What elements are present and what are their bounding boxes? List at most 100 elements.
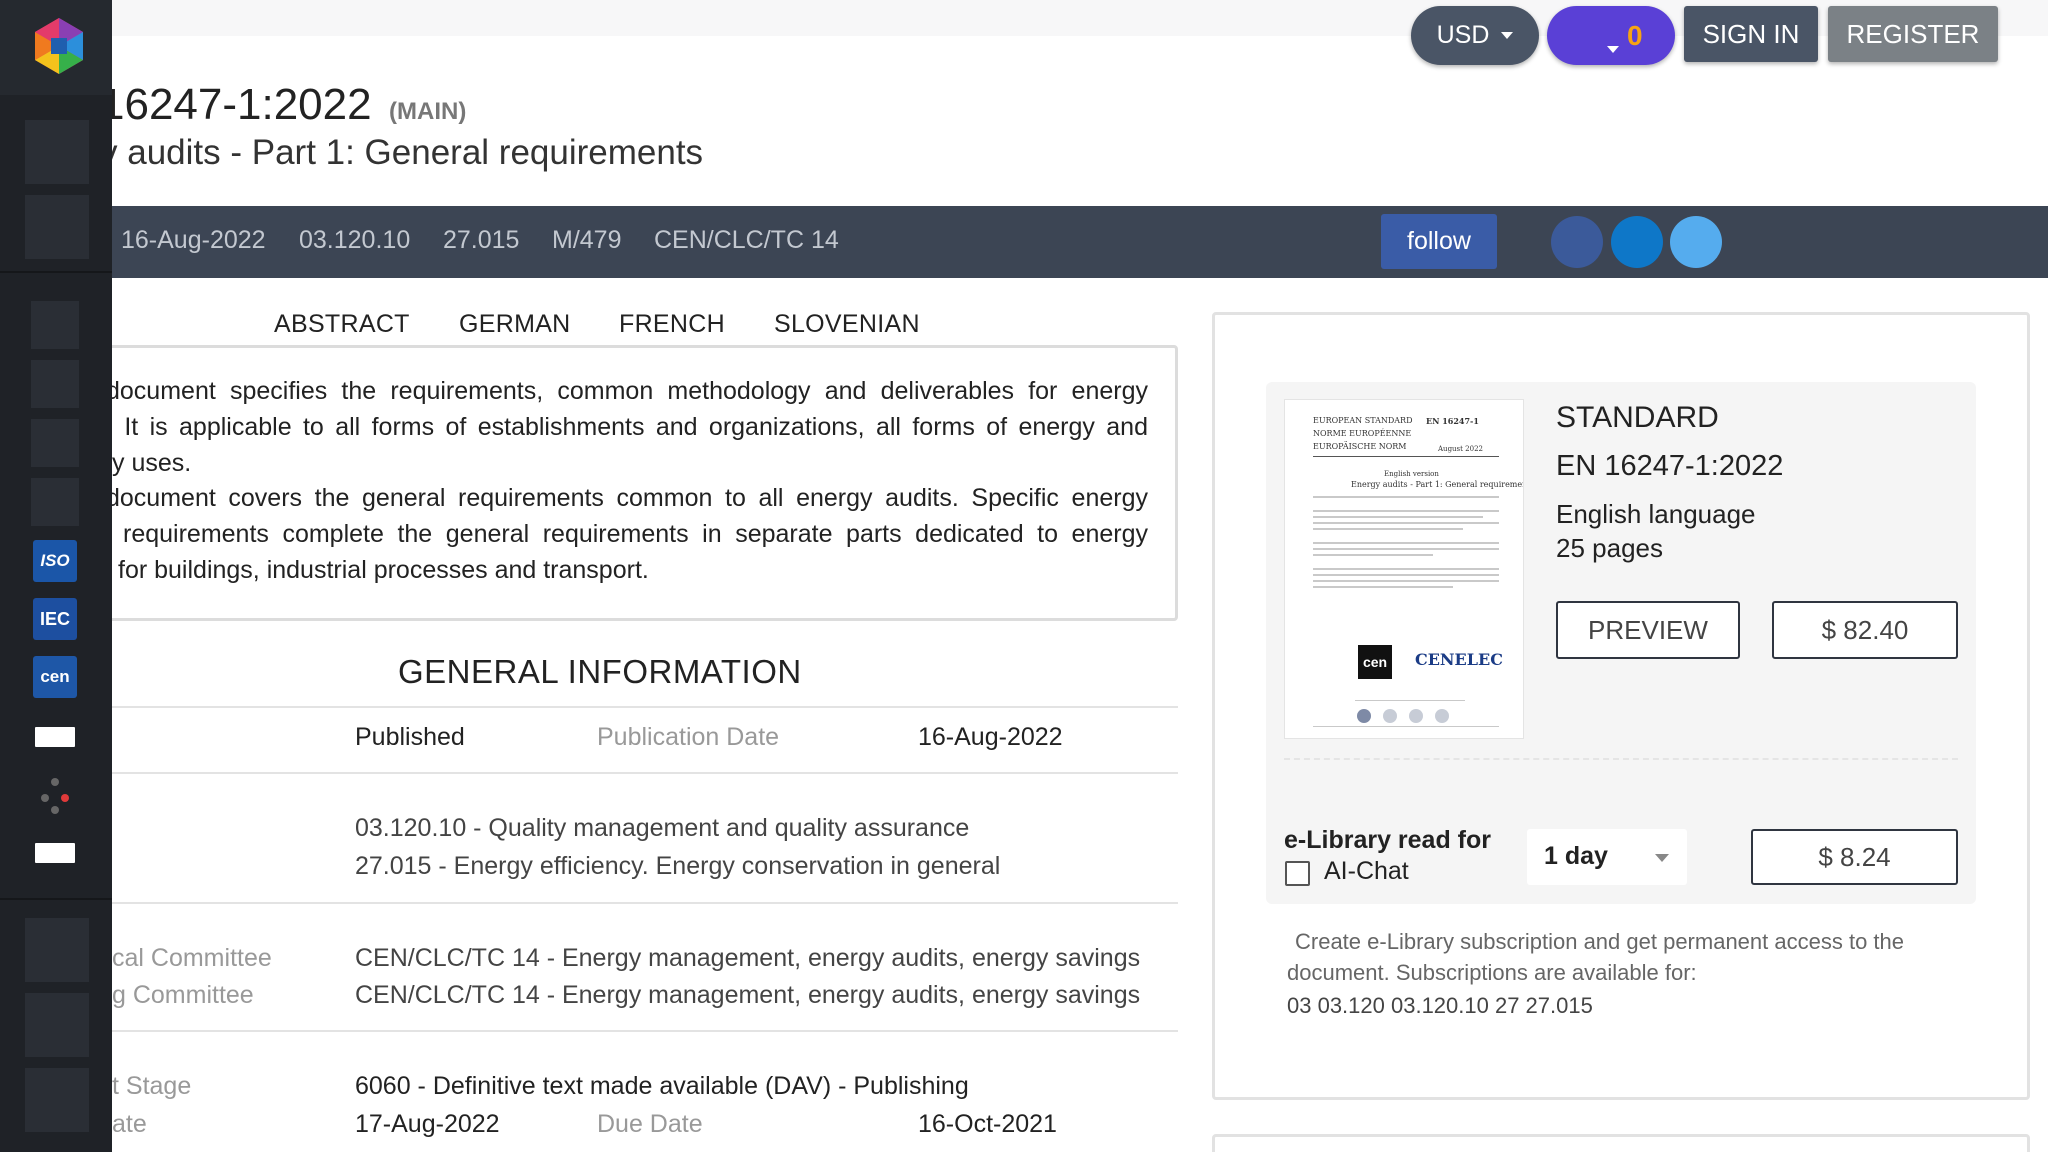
sidebar-item-5[interactable] xyxy=(31,419,79,467)
cen-logo-icon[interactable]: cen xyxy=(33,656,77,698)
thumb-section: English version xyxy=(1384,470,1439,478)
ics-link-2[interactable]: 27.015 - Energy efficiency. Energy conse… xyxy=(355,852,1000,881)
sidebar-divider-2 xyxy=(0,898,112,900)
sidebar-flag-icon[interactable] xyxy=(33,716,77,758)
cart-count: 0 xyxy=(1627,20,1643,51)
pager-dot[interactable] xyxy=(1409,709,1423,723)
thumb-heading-2: NORME EUROPÉENNE xyxy=(1313,429,1412,438)
info-divider-4 xyxy=(40,1030,1178,1032)
dots-logo-icon[interactable] xyxy=(33,772,77,816)
general-info-title: GENERAL INFORMATION xyxy=(398,653,802,690)
sidebar-item-2[interactable] xyxy=(25,195,89,259)
subscription-info-line-2: document. Subscriptions are available fo… xyxy=(1287,960,1697,985)
status-value: Published xyxy=(355,723,465,751)
working-committee-value[interactable]: CEN/CLC/TC 14 - Energy management, energ… xyxy=(355,981,1140,1010)
tab-german[interactable]: GERMAN xyxy=(459,310,571,339)
sidebar-flag-icon-2[interactable] xyxy=(33,832,77,874)
ics-link-1[interactable]: 03.120.10 - Quality management and quali… xyxy=(355,814,969,843)
sidebar-divider xyxy=(0,271,112,273)
secondary-card xyxy=(1212,1134,2030,1152)
currency-dropdown[interactable]: USD xyxy=(1411,6,1539,65)
info-divider-1 xyxy=(40,706,1178,708)
technical-committee-label: cal Committee xyxy=(112,944,272,972)
abstract-line-1: document specifies the requirements, com… xyxy=(106,377,1148,405)
publication-date-label: Publication Date xyxy=(597,723,780,751)
duration-select[interactable]: 1 day xyxy=(1527,829,1687,885)
cart-chevron-icon xyxy=(1607,46,1619,53)
thumbnail-pager[interactable] xyxy=(1357,709,1449,723)
current-stage-label: t Stage xyxy=(112,1072,192,1100)
sidebar-item-3[interactable] xyxy=(31,301,79,349)
abstract-line-6: for buildings, industrial processes and … xyxy=(118,556,649,584)
sign-in-button[interactable]: SIGN IN xyxy=(1684,6,1818,62)
due-date-value: 16-Oct-2021 xyxy=(918,1110,1057,1138)
sidebar-item-6[interactable] xyxy=(31,478,79,526)
pager-dot[interactable] xyxy=(1357,709,1371,723)
thumb-doc-code: EN 16247-1 xyxy=(1426,416,1479,426)
logo-area xyxy=(0,0,112,95)
product-type: STANDARD xyxy=(1556,401,1719,434)
stage-date-label: ate xyxy=(112,1110,147,1138)
due-date-label: Due Date xyxy=(597,1110,703,1138)
abstract-line-2: . It is applicable to all forms of estab… xyxy=(106,413,1148,441)
elibrary-label: e-Library read for xyxy=(1284,826,1492,854)
meta-mandate[interactable]: M/479 xyxy=(552,226,621,255)
meta-date: 16-Aug-2022 xyxy=(121,226,266,254)
current-stage-value: 6060 - Definitive text made available (D… xyxy=(355,1072,969,1100)
thumb-doc-title: Energy audits - Part 1: General requirem… xyxy=(1351,480,1524,489)
duration-value: 1 day xyxy=(1544,842,1608,870)
pager-dot[interactable] xyxy=(1383,709,1397,723)
meta-ics-2[interactable]: 27.015 xyxy=(443,226,519,255)
product-pages: 25 pages xyxy=(1556,533,1663,563)
tab-abstract[interactable]: ABSTRACT xyxy=(274,310,410,339)
register-button[interactable]: REGISTER xyxy=(1828,6,1998,62)
ai-chat-checkbox[interactable] xyxy=(1285,861,1310,886)
product-language: English language xyxy=(1556,499,1756,529)
follow-button[interactable]: follow xyxy=(1381,214,1497,269)
facebook-share-icon[interactable] xyxy=(1551,216,1603,268)
cen-thumb-logo-icon: cen xyxy=(1358,645,1392,679)
sidebar-item-9[interactable] xyxy=(25,1068,89,1132)
tab-slovenian[interactable]: SLOVENIAN xyxy=(774,310,920,339)
page: ISO IEC cen 16247-1:2022 (MAIN) y audits… xyxy=(0,0,2048,1152)
pager-dot[interactable] xyxy=(1435,709,1449,723)
cenelec-thumb-logo: CENELEC xyxy=(1415,650,1503,669)
app-logo-icon[interactable] xyxy=(29,16,89,76)
meta-ics-1[interactable]: 03.120.10 xyxy=(299,226,410,255)
standard-subtitle: y audits - Part 1: General requirements xyxy=(100,133,704,172)
tab-french[interactable]: FRENCH xyxy=(619,310,725,339)
chevron-down-icon xyxy=(1655,854,1669,862)
product-code: EN 16247-1:2022 xyxy=(1556,450,1784,482)
currency-label: USD xyxy=(1436,21,1490,49)
preview-button[interactable]: PREVIEW xyxy=(1556,601,1740,659)
sidebar-item-8[interactable] xyxy=(25,993,89,1057)
elibrary-price-button[interactable]: $ 8.24 xyxy=(1751,829,1958,885)
subscription-codes[interactable]: 03 03.120 03.120.10 27 27.015 xyxy=(1287,993,1593,1019)
abstract-line-3: y uses. xyxy=(112,449,192,477)
info-divider-2 xyxy=(40,772,1178,774)
sidebar-item-1[interactable] xyxy=(25,120,89,184)
linkedin-share-icon[interactable] xyxy=(1611,216,1663,268)
chevron-down-icon xyxy=(1501,32,1514,39)
sidebar-item-4[interactable] xyxy=(31,360,79,408)
document-thumbnail[interactable]: EUROPEAN STANDARD NORME EUROPÉENNE EUROP… xyxy=(1284,399,1524,739)
standard-tag: (MAIN) xyxy=(389,98,467,125)
product-divider xyxy=(1284,758,1958,760)
abstract-line-5: requirements complete the general requir… xyxy=(123,520,1148,548)
meta-committee[interactable]: CEN/CLC/TC 14 xyxy=(654,226,839,255)
sidebar-item-7[interactable] xyxy=(25,918,89,982)
iso-logo-icon[interactable]: ISO xyxy=(33,540,77,582)
cart-button[interactable]: 0 xyxy=(1547,6,1675,65)
thumb-heading-3: EUROPÄISCHE NORM xyxy=(1313,442,1407,451)
iec-logo-icon[interactable]: IEC xyxy=(33,598,77,640)
subscription-info-line-1: Create e-Library subscription and get pe… xyxy=(1295,929,1904,954)
twitter-share-icon[interactable] xyxy=(1670,216,1722,268)
info-divider-3 xyxy=(40,902,1178,904)
buy-price-button[interactable]: $ 82.40 xyxy=(1772,601,1958,659)
stage-date-value: 17-Aug-2022 xyxy=(355,1110,500,1138)
sidebar: ISO IEC cen xyxy=(0,0,112,1152)
technical-committee-value[interactable]: CEN/CLC/TC 14 - Energy management, energ… xyxy=(355,944,1140,973)
abstract-line-4: document covers the general requirements… xyxy=(106,484,1148,512)
thumb-heading-1: EUROPEAN STANDARD xyxy=(1313,416,1413,425)
thumb-date: August 2022 xyxy=(1438,445,1483,453)
